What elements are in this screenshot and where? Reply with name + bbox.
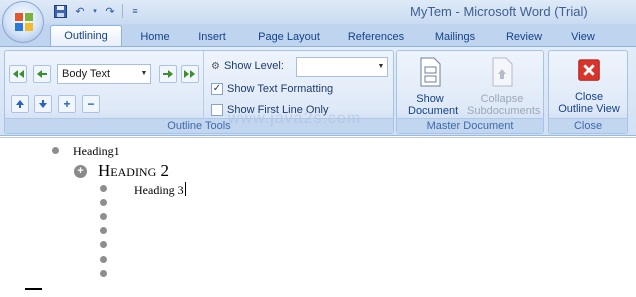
group-divider — [203, 51, 204, 119]
show-text-formatting-row[interactable]: ✓ Show Text Formatting — [211, 83, 333, 95]
tab-references[interactable]: References — [342, 28, 410, 46]
master-document-group: Show Document Collapse Subdocuments Mast… — [396, 50, 544, 134]
body-bullet-icon[interactable] — [100, 256, 107, 263]
undo-dropdown-icon[interactable]: ▾ — [92, 3, 98, 19]
demote-icon[interactable] — [159, 65, 177, 83]
show-text-formatting-checkbox[interactable]: ✓ — [211, 83, 223, 95]
tab-view[interactable]: View — [563, 28, 603, 46]
redo-icon[interactable]: ↷ — [102, 3, 118, 19]
show-level-label: Show Level: — [223, 60, 284, 72]
tab-home[interactable]: Home — [133, 28, 177, 46]
heading1-bullet-icon[interactable] — [52, 147, 59, 154]
expand-heading-icon[interactable]: + — [74, 165, 87, 178]
save-icon[interactable] — [52, 3, 68, 19]
body-bullet-icon[interactable] — [100, 227, 107, 234]
ribbon-tabs: Outlining Home Insert Page Layout Refere… — [0, 24, 636, 47]
show-document-button[interactable]: Show Document — [401, 57, 459, 117]
heading3-bullet-icon[interactable] — [100, 185, 107, 192]
qat-separator — [122, 4, 123, 18]
tab-page-layout[interactable]: Page Layout — [251, 28, 327, 46]
close-group-label: Close — [549, 118, 627, 133]
tab-review[interactable]: Review — [500, 28, 548, 46]
window-title: MyTem - Microsoft Word (Trial) — [410, 4, 588, 19]
show-document-label: Show Document — [408, 93, 459, 117]
promote-to-heading1-icon[interactable] — [9, 65, 27, 83]
body-bullet-icon[interactable] — [100, 270, 107, 277]
body-bullet-icon[interactable] — [100, 241, 107, 248]
tab-insert[interactable]: Insert — [191, 28, 233, 46]
show-level-select[interactable]: ▼ — [296, 57, 388, 77]
close-icon — [578, 59, 600, 81]
move-up-icon[interactable] — [11, 95, 29, 113]
show-text-formatting-label: Show Text Formatting — [227, 83, 334, 95]
show-level-icon: ⚙ — [211, 60, 220, 72]
body-bullet-icon[interactable] — [100, 213, 107, 220]
quick-access-toolbar: ↶ ▾ ↷ ≡ — [52, 3, 143, 19]
customize-qat-icon[interactable]: ≡ — [127, 3, 143, 19]
chevron-down-icon: ▼ — [140, 70, 148, 77]
show-first-line-only-checkbox[interactable] — [211, 104, 223, 116]
heading3-line[interactable]: Heading 3 — [134, 182, 186, 198]
promote-icon[interactable] — [33, 65, 51, 83]
show-document-icon — [420, 57, 441, 87]
heading1-text[interactable]: Heading1 — [73, 144, 120, 159]
collapse-subdocuments-label: Collapse Subdocuments — [467, 93, 541, 117]
tab-mailings[interactable]: Mailings — [427, 28, 483, 46]
close-outline-view-label: Close Outline View — [558, 91, 620, 115]
chevron-down-icon: ▼ — [377, 63, 385, 70]
watermark-text: www.java2s.com — [228, 110, 362, 127]
office-button[interactable] — [2, 1, 44, 43]
demote-to-body-text-icon[interactable] — [181, 65, 199, 83]
master-document-label: Master Document — [397, 118, 543, 133]
collapse-subdocuments-button[interactable]: Collapse Subdocuments — [461, 57, 543, 117]
outline-level-select[interactable]: Body Text ▼ — [57, 64, 151, 84]
tab-outlining[interactable]: Outlining — [50, 25, 122, 47]
collapse-subdocuments-icon — [492, 57, 513, 87]
end-of-document-mark — [25, 288, 42, 290]
title-bar: ↶ ▾ ↷ ≡ MyTem - Microsoft Word (Trial) — [0, 0, 636, 24]
collapse-icon[interactable]: − — [82, 95, 100, 113]
close-group: Close Outline View Close — [548, 50, 628, 134]
heading2-text[interactable]: Heading 2 — [98, 161, 169, 181]
heading3-text: Heading 3 — [134, 183, 184, 197]
expand-icon[interactable]: + — [58, 95, 76, 113]
office-logo-icon — [15, 13, 33, 31]
show-level-row: ⚙ Show Level: — [211, 60, 284, 72]
text-cursor — [184, 182, 186, 196]
undo-icon[interactable]: ↶ — [72, 3, 88, 19]
close-outline-view-button[interactable]: Close Outline View — [551, 57, 627, 115]
move-down-icon[interactable] — [34, 95, 52, 113]
body-bullet-icon[interactable] — [100, 199, 107, 206]
document-area[interactable] — [0, 137, 636, 297]
outline-level-value: Body Text — [62, 68, 111, 80]
